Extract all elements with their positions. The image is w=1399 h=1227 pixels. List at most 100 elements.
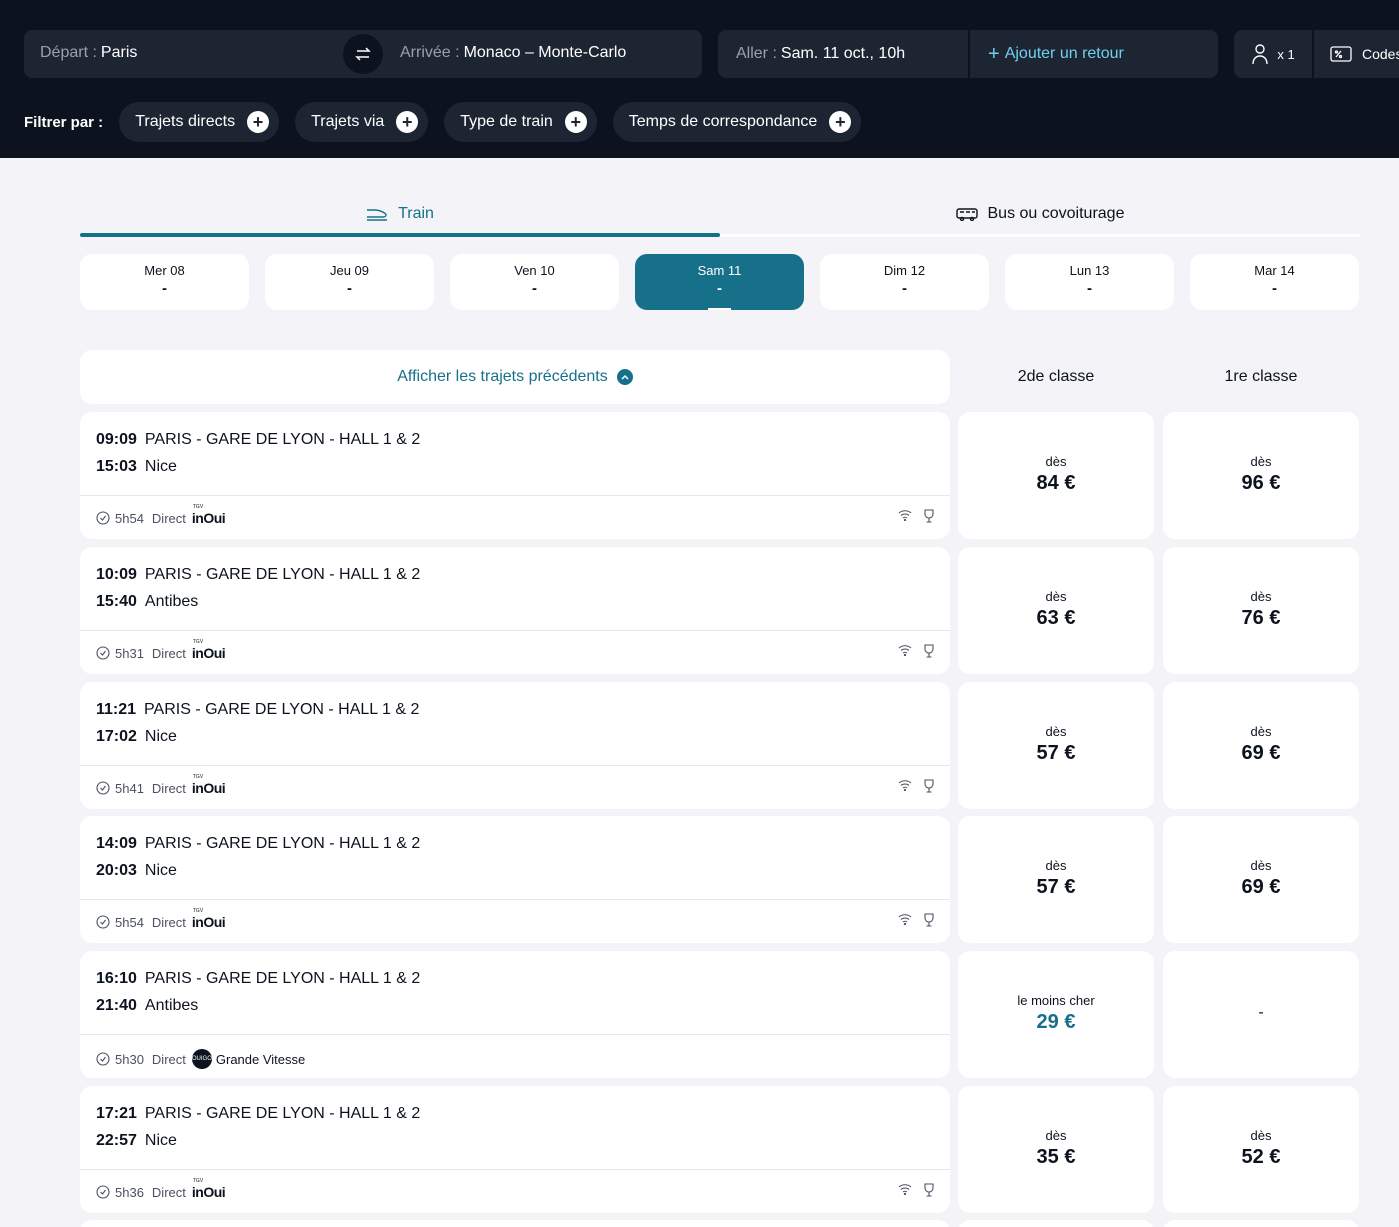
arrival-field[interactable]: Arrivée : Monaco – Monte-Carlo [400,44,626,62]
departure-station: PARIS - GARE DE LYON - HALL 1 & 2 [144,835,421,852]
date-tab-ven-10[interactable]: Ven 10 - [450,254,619,310]
filter-connection-time-button[interactable]: Temps de correspondance + [612,102,862,142]
inoui-logo: TGV inOui [191,774,226,796]
price-second-class[interactable]: le moins cher 29 € [958,951,1154,1078]
date-price: - [532,280,537,297]
date-tab-jeu-09[interactable]: Jeu 09 - [265,254,434,310]
filters-bar: Filtrer par : Trajets directs + Trajets v… [24,102,877,142]
trip-type: Direct [151,914,186,930]
clock-icon [96,1185,110,1199]
date-tab-sam-11[interactable]: Sam 11 - [635,254,804,310]
bus-icon [955,207,978,221]
train-icon [366,207,388,221]
price-value: 29 € [1036,1011,1076,1033]
amenities [898,779,934,793]
date-tab-dim-12[interactable]: Dim 12 - [820,254,989,310]
date-tab-mar-14[interactable]: Mar 14 - [1190,254,1359,310]
price-label: dès [1250,724,1272,739]
price-value: 69 € [1241,742,1281,764]
show-previous-label: Afficher les trajets précédents [397,368,608,385]
wifi-icon [898,914,912,925]
swap-stations-button[interactable] [343,34,383,74]
arrival-station: Nice [144,1132,177,1149]
wifi-icon [898,780,912,791]
price-first-class[interactable]: dès 76 € [1163,547,1359,674]
price-first-class[interactable]: dès 96 € [1163,412,1359,539]
outbound-date-field[interactable]: Aller : Sam. 11 oct., 10h [718,30,968,78]
date-tab-mer-08[interactable]: Mer 08 - [80,254,249,310]
price-second-class[interactable]: dès 84 € [958,412,1154,539]
departure-time: 09:09 [96,431,137,448]
price-first-class: - [1163,951,1359,1078]
transport-mode-tabs: Train Bus ou covoiturage [80,190,1360,238]
departure-time: 10:09 [96,566,137,583]
filter-train-type-button[interactable]: Type de train + [444,102,597,142]
arrival-time: 15:03 [96,458,137,475]
arrival-time: 17:02 [96,728,137,745]
trip-departure: 10:09 PARIS - GARE DE LYON - HALL 1 & 2 [96,566,420,584]
divider [80,765,950,766]
trip-arrival: 15:40 Antibes [96,593,198,611]
price-first-class[interactable]: dès 52 € [1163,1086,1359,1213]
arrival-station: Antibes [144,593,199,610]
filter-direct-button[interactable]: Trajets directs + [119,102,280,142]
trip-row[interactable]: 16:10 PARIS - GARE DE LYON - HALL 1 & 2 2… [80,951,950,1078]
price-second-class[interactable]: dès 63 € [958,547,1154,674]
wifi-icon [898,510,912,521]
codes-button[interactable]: Codes [1314,30,1399,78]
passengers-button[interactable]: x 1 [1234,30,1312,78]
departure-time: 11:21 [96,701,137,718]
trip-meta: 5h30 Direct OUIGO Grande Vitesse [96,1049,305,1069]
filter-via-button[interactable]: Trajets via + [295,102,429,142]
tab-bus[interactable]: Bus ou covoiturage [720,190,1360,238]
person-icon [1252,44,1269,65]
tab-divider [720,234,1360,237]
trip-duration: 5h41 [115,780,144,796]
trip-type: Direct [151,780,186,796]
date-tab-lun-13[interactable]: Lun 13 - [1005,254,1174,310]
trip-row[interactable]: 10:09 PARIS - GARE DE LYON - HALL 1 & 2 1… [80,547,950,674]
trip-departure: 16:10 PARIS - GARE DE LYON - HALL 1 & 2 [96,970,420,988]
show-previous-button[interactable]: Afficher les trajets précédents [80,350,950,404]
departure-value: Paris [100,44,138,61]
trip-meta: 5h36 Direct TGV inOui [96,1178,226,1200]
price-second-class[interactable]: dès 57 € [958,682,1154,809]
date-price: - [717,280,722,297]
tab-train[interactable]: Train [80,190,720,238]
wifi-icon [898,1184,912,1195]
date-label: Lun 13 [1069,263,1110,278]
price-first-class[interactable]: dès 69 € [1163,816,1359,943]
date-label: Ven 10 [514,263,555,278]
arrival-station: Nice [144,862,177,879]
trip-duration: 5h31 [115,645,144,661]
trip-row[interactable]: 17:21 PARIS - GARE DE LYON - HALL 1 & 2 2… [80,1086,950,1213]
arrival-station: Nice [144,458,177,475]
price-value: 84 € [1036,472,1076,494]
plus-icon: + [564,111,587,133]
passengers-count: x 1 [1277,46,1295,62]
arrival-station: Antibes [144,997,199,1014]
trip-row[interactable]: 14:09 PARIS - GARE DE LYON - HALL 1 & 2 2… [80,816,950,943]
price-unavailable: - [1258,1004,1264,1021]
departure-field[interactable]: Départ : Paris [40,44,137,62]
clock-icon [96,1052,110,1066]
price-card-partial [958,1220,1154,1227]
trip-arrival: 15:03 Nice [96,458,177,476]
price-second-class[interactable]: dès 35 € [958,1086,1154,1213]
operator-label: Grande Vitesse [215,1051,306,1067]
trip-row[interactable]: 11:21 PARIS - GARE DE LYON - HALL 1 & 2 1… [80,682,950,809]
ouigo-logo: OUIGO Grande Vitesse [191,1049,306,1069]
price-first-class[interactable]: dès 69 € [1163,682,1359,809]
price-label: le moins cher [1017,993,1095,1008]
trip-meta: 5h31 Direct TGV inOui [96,639,226,661]
divider [80,495,950,496]
swap-icon [355,47,371,61]
filter-chip-label: Temps de correspondance [628,113,818,130]
add-return-button[interactable]: + Ajouter un retour [970,30,1218,78]
price-second-class[interactable]: dès 57 € [958,816,1154,943]
trip-departure: 09:09 PARIS - GARE DE LYON - HALL 1 & 2 [96,431,420,449]
trip-row[interactable]: 09:09 PARIS - GARE DE LYON - HALL 1 & 2 1… [80,412,950,539]
departure-time: 17:21 [96,1105,137,1122]
divider [80,1034,950,1035]
divider [80,630,950,631]
